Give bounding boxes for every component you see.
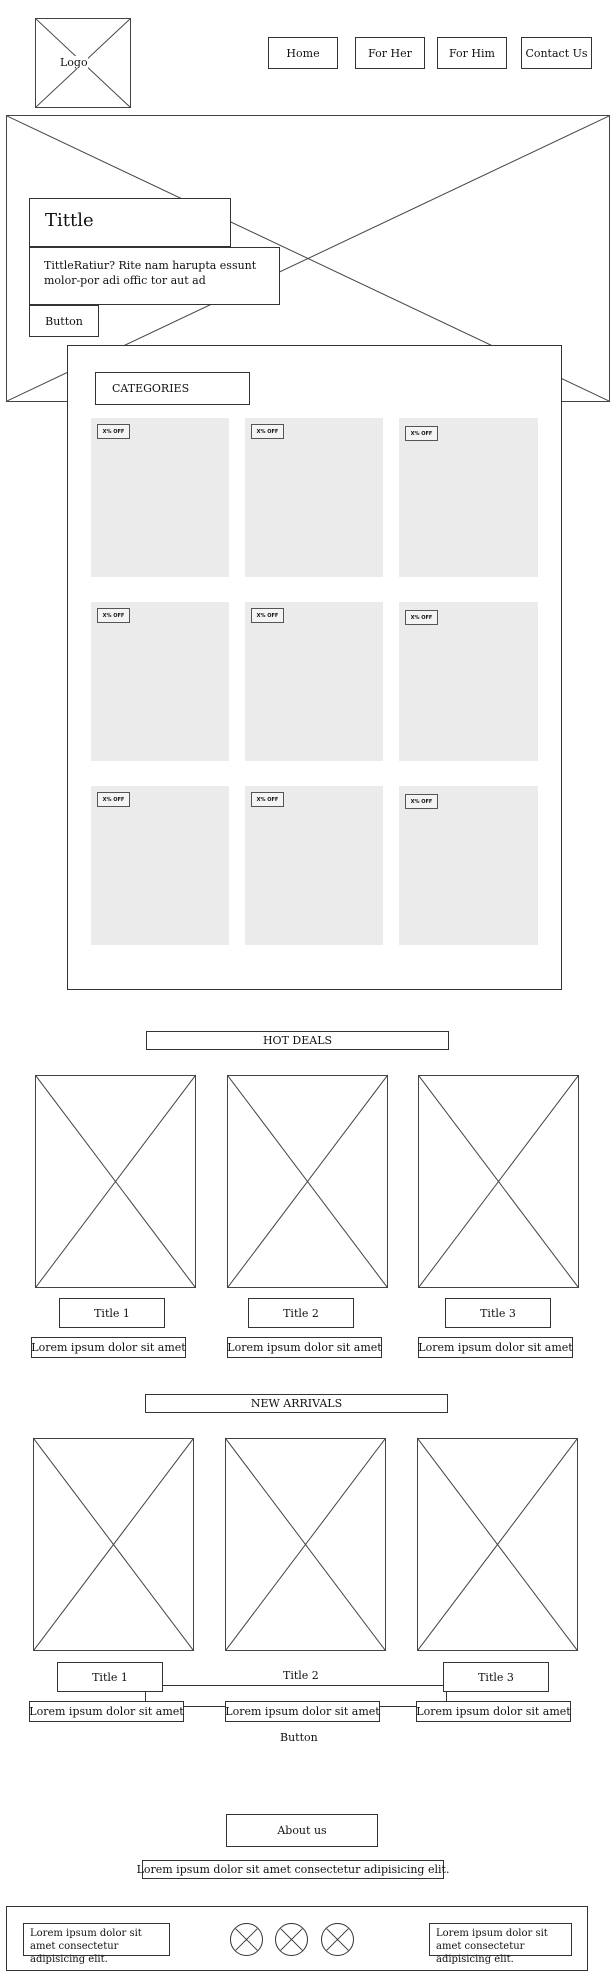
product-caption: Lorem ipsum dolor sit amet [416,1701,571,1722]
category-card[interactable]: X% OFF [245,786,383,945]
discount-badge: X% OFF [251,792,284,807]
hero-title: Tittle [45,210,94,231]
nav-for-him[interactable]: For Him [437,37,507,69]
social-placeholder-icon [280,1928,303,1951]
logo[interactable]: Logo [35,18,131,108]
about-us-button[interactable]: About us [226,1814,378,1847]
hero-text-box: TittleRatiur? Rite nam harupta essunt mo… [29,247,280,305]
social-icon[interactable] [230,1923,263,1956]
discount-badge: X% OFF [97,792,130,807]
discount-badge: X% OFF [251,424,284,439]
social-placeholder-icon [235,1928,258,1951]
nav-for-her[interactable]: For Her [355,37,425,69]
social-placeholder-icon [326,1928,349,1951]
hero-button[interactable]: Button [29,305,99,337]
product-caption: Lorem ipsum dolor sit amet [227,1337,382,1358]
image-placeholder-icon [34,1439,193,1650]
product-image[interactable] [417,1438,578,1651]
product-image[interactable] [418,1075,579,1288]
product-title[interactable]: Title 2 [283,1669,319,1682]
product-caption: Lorem ipsum dolor sit amet [29,1701,184,1722]
product-title[interactable]: Title 1 [59,1298,165,1328]
discount-badge: X% OFF [97,608,130,623]
discount-badge: X% OFF [405,794,438,809]
product-title[interactable]: Title 3 [443,1662,549,1692]
category-card[interactable]: X% OFF [245,418,383,577]
product-image[interactable] [33,1438,194,1651]
discount-badge: X% OFF [405,610,438,625]
footer-left-box: Lorem ipsum dolor sit amet consectetur a… [23,1923,170,1965]
discount-badge: X% OFF [97,424,130,439]
discount-badge: X% OFF [405,426,438,441]
discount-badge: X% OFF [251,608,284,623]
image-placeholder-icon [226,1439,385,1650]
product-title[interactable]: Title 3 [445,1298,551,1328]
category-card[interactable]: X% OFF [399,786,538,945]
hot-deals-heading: HOT DEALS [146,1031,449,1050]
footer-right-text: Lorem ipsum dolor sit amet consectetur a… [436,1928,548,1965]
product-title[interactable]: Title 1 [57,1662,163,1692]
categories-heading: CATEGORIES [95,372,250,405]
category-card[interactable]: X% OFF [91,418,229,577]
category-card[interactable]: X% OFF [91,602,229,761]
nav-contact-us[interactable]: Contact Us [521,37,592,69]
product-image[interactable] [35,1075,196,1288]
logo-label: Logo [60,56,88,69]
product-title[interactable]: Title 2 [248,1298,354,1328]
social-icon[interactable] [321,1923,354,1956]
social-icon[interactable] [275,1923,308,1956]
hero-title-box: Tittle [29,198,231,247]
category-card[interactable]: X% OFF [399,602,538,761]
hero-text: TittleRatiur? Rite nam harupta essunt mo… [44,259,257,287]
image-placeholder-icon [419,1076,578,1287]
new-arrivals-button[interactable]: Button [280,1731,318,1744]
category-card[interactable]: X% OFF [91,786,229,945]
category-card[interactable]: X% OFF [399,418,538,577]
product-caption: Lorem ipsum dolor sit amet [418,1337,573,1358]
image-placeholder-icon [418,1439,577,1650]
footer-left-text: Lorem ipsum dolor sit amet consectetur a… [30,1928,142,1965]
product-caption: Lorem ipsum dolor sit amet [225,1701,380,1722]
image-placeholder-icon [36,1076,195,1287]
new-arrivals-heading: NEW ARRIVALS [145,1394,448,1413]
category-card[interactable]: X% OFF [245,602,383,761]
product-image[interactable] [225,1438,386,1651]
image-placeholder-icon [228,1076,387,1287]
about-text: Lorem ipsum dolor sit amet consectetur a… [137,1860,449,1879]
footer-right-box: Lorem ipsum dolor sit amet consectetur a… [429,1923,572,1965]
nav-home[interactable]: Home [268,37,338,69]
product-image[interactable] [227,1075,388,1288]
product-caption: Lorem ipsum dolor sit amet [31,1337,186,1358]
